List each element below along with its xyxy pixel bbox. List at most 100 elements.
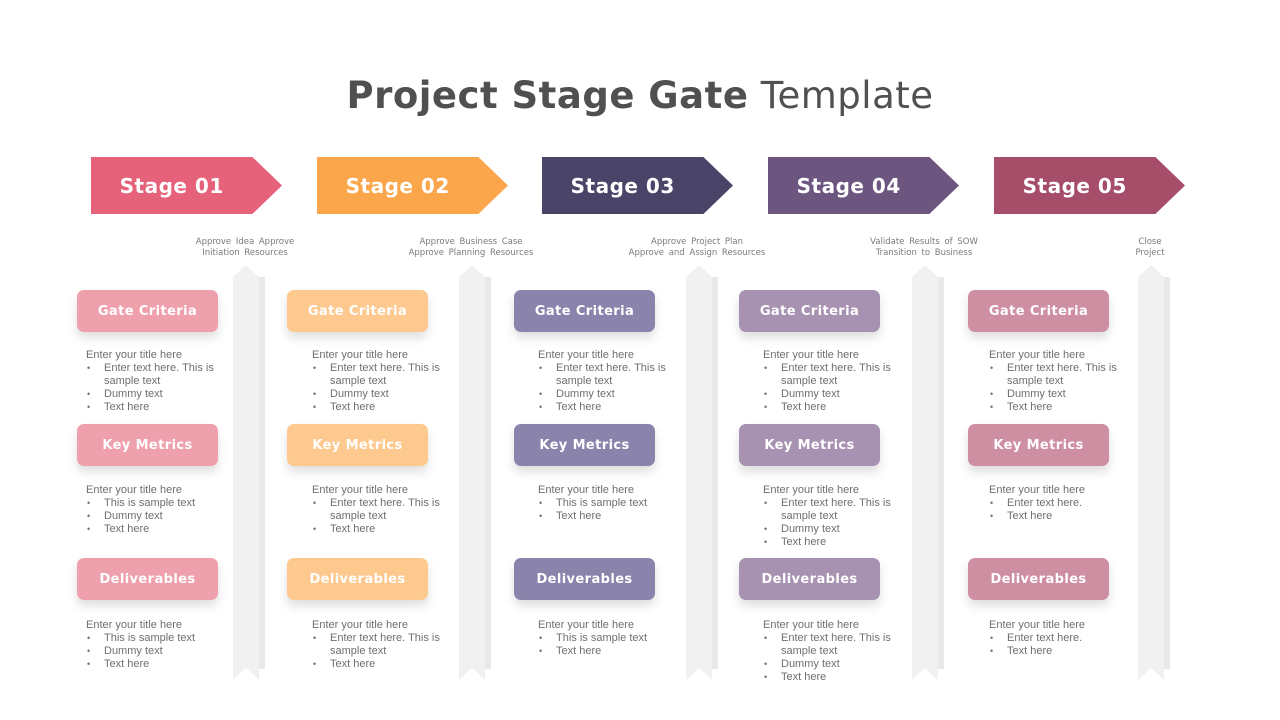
section-text-block: Enter your title hereThis is sample text… [86, 619, 236, 671]
stage-arrow-2: Stage 02 [317, 157, 508, 214]
section-title: Enter your title here [763, 349, 859, 361]
section-pill-gate-criteria: Gate Criteria [287, 290, 428, 332]
section-pill-deliverables: Deliverables [739, 558, 880, 600]
bullet-item: Dummy text [86, 645, 236, 658]
section-text-block: Enter your title hereEnter text here. Th… [763, 619, 913, 684]
section-title: Enter your title here [312, 619, 408, 631]
section-text-block: Enter your title hereEnter text here.Tex… [989, 619, 1139, 658]
gate-note: Approve Business Case Approve Planning Re… [381, 237, 561, 259]
section-title: Enter your title here [538, 349, 634, 361]
bullet-list: Enter text here. This is sample textDumm… [312, 362, 462, 414]
gate-ribbon-bar [686, 265, 712, 680]
stage-label: Stage 03 [570, 173, 675, 198]
bullet-list: Enter text here.Text here [989, 497, 1139, 523]
gate-note-line: Approve and Assign Resources [628, 248, 766, 258]
gate-ribbon [686, 265, 720, 680]
bullet-item: Dummy text [989, 388, 1139, 401]
bullet-item: Text here [312, 401, 462, 414]
section-text-block: Enter your title hereThis is sample text… [538, 619, 688, 658]
gate-ribbon [233, 265, 267, 680]
bullet-item: This is sample text [538, 497, 688, 510]
bullet-item: Dummy text [538, 388, 688, 401]
gate-note-line: Approve Idea Approve [195, 237, 295, 247]
bullet-item: Enter text here. This is sample text [763, 497, 913, 523]
bullet-list: Enter text here. This is sample textDumm… [763, 632, 913, 684]
stage-label: Stage 05 [1022, 173, 1127, 198]
section-text-block: Enter your title hereEnter text here.Tex… [989, 484, 1139, 523]
stage-arrow-4: Stage 04 [768, 157, 959, 214]
bullet-item: Text here [989, 401, 1139, 414]
section-title: Enter your title here [989, 484, 1085, 496]
bullet-list: Enter text here. This is sample textDumm… [989, 362, 1139, 414]
title-bold: Project Stage Gate [346, 74, 749, 117]
bullet-item: Enter text here. This is sample text [312, 497, 462, 523]
bullet-item: Enter text here. This is sample text [989, 362, 1139, 388]
gate-ribbon-bar [912, 265, 938, 680]
bullet-item: Enter text here. This is sample text [763, 362, 913, 388]
stage-arrow-5: Stage 05 [994, 157, 1185, 214]
section-pill-deliverables: Deliverables [287, 558, 428, 600]
section-title: Enter your title here [312, 349, 408, 361]
section-text-block: Enter your title hereEnter text here. Th… [312, 619, 462, 671]
section-pill-deliverables: Deliverables [514, 558, 655, 600]
bullet-item: Text here [989, 645, 1139, 658]
page-title: Project Stage Gate Template [0, 74, 1280, 117]
stage-label: Stage 02 [345, 173, 450, 198]
bullet-item: Text here [86, 658, 236, 671]
section-text-block: Enter your title hereEnter text here. Th… [763, 484, 913, 549]
bullet-list: Enter text here. This is sample textDumm… [86, 362, 236, 414]
bullet-item: Text here [86, 523, 236, 536]
bullet-item: This is sample text [86, 497, 236, 510]
bullet-item: Text here [538, 401, 688, 414]
bullet-item: Text here [763, 671, 913, 684]
gate-note-line: Project [1135, 248, 1165, 258]
gate-note-line: Validate Results of SOW [870, 237, 978, 247]
gate-note-line: Initiation Resources [202, 248, 288, 258]
section-title: Enter your title here [763, 484, 859, 496]
section-pill-key-metrics: Key Metrics [968, 424, 1109, 466]
bullet-item: Text here [763, 401, 913, 414]
section-text-block: Enter your title hereEnter text here. Th… [538, 349, 688, 414]
section-text-block: Enter your title hereThis is sample text… [86, 484, 236, 536]
bullet-list: This is sample textText here [538, 497, 688, 523]
title-light: Template [760, 74, 934, 117]
bullet-item: Enter text here. This is sample text [312, 632, 462, 658]
bullet-list: Enter text here. This is sample textText… [312, 497, 462, 536]
gate-note-line: Approve Planning Resources [408, 248, 534, 258]
stage-arrow-3: Stage 03 [542, 157, 733, 214]
section-pill-key-metrics: Key Metrics [739, 424, 880, 466]
bullet-item: Text here [989, 510, 1139, 523]
bullet-item: Enter text here. This is sample text [312, 362, 462, 388]
gate-note-line: Transition to Business [875, 248, 973, 258]
bullet-item: Text here [312, 658, 462, 671]
gate-note-line: Approve Project Plan [651, 237, 743, 247]
bullet-item: Dummy text [763, 658, 913, 671]
bullet-list: This is sample textText here [538, 632, 688, 658]
bullet-item: Dummy text [86, 388, 236, 401]
bullet-item: Enter text here. [989, 497, 1139, 510]
bullet-item: This is sample text [538, 632, 688, 645]
bullet-item: Text here [763, 536, 913, 549]
gate-ribbon-bar [1138, 265, 1164, 680]
section-pill-gate-criteria: Gate Criteria [77, 290, 218, 332]
section-text-block: Enter your title hereEnter text here. Th… [312, 349, 462, 414]
gate-ribbon [1138, 265, 1172, 680]
section-pill-gate-criteria: Gate Criteria [739, 290, 880, 332]
gate-note: Approve Idea Approve Initiation Resources [155, 237, 335, 259]
gate-ribbon-bar [459, 265, 485, 680]
section-text-block: Enter your title hereThis is sample text… [538, 484, 688, 523]
bullet-item: This is sample text [86, 632, 236, 645]
stage-label: Stage 01 [119, 173, 224, 198]
bullet-item: Enter text here. This is sample text [538, 362, 688, 388]
section-pill-deliverables: Deliverables [77, 558, 218, 600]
gate-ribbon-bar [233, 265, 259, 680]
stage-arrow-1: Stage 01 [91, 157, 282, 214]
bullet-item: Text here [86, 401, 236, 414]
section-text-block: Enter your title hereEnter text here. Th… [989, 349, 1139, 414]
bullet-item: Enter text here. This is sample text [763, 632, 913, 658]
bullet-list: Enter text here. This is sample textText… [312, 632, 462, 671]
bullet-item: Enter text here. This is sample text [86, 362, 236, 388]
section-pill-key-metrics: Key Metrics [287, 424, 428, 466]
bullet-list: This is sample textDummy textText here [86, 632, 236, 671]
gate-note-line: Approve Business Case [419, 237, 523, 247]
